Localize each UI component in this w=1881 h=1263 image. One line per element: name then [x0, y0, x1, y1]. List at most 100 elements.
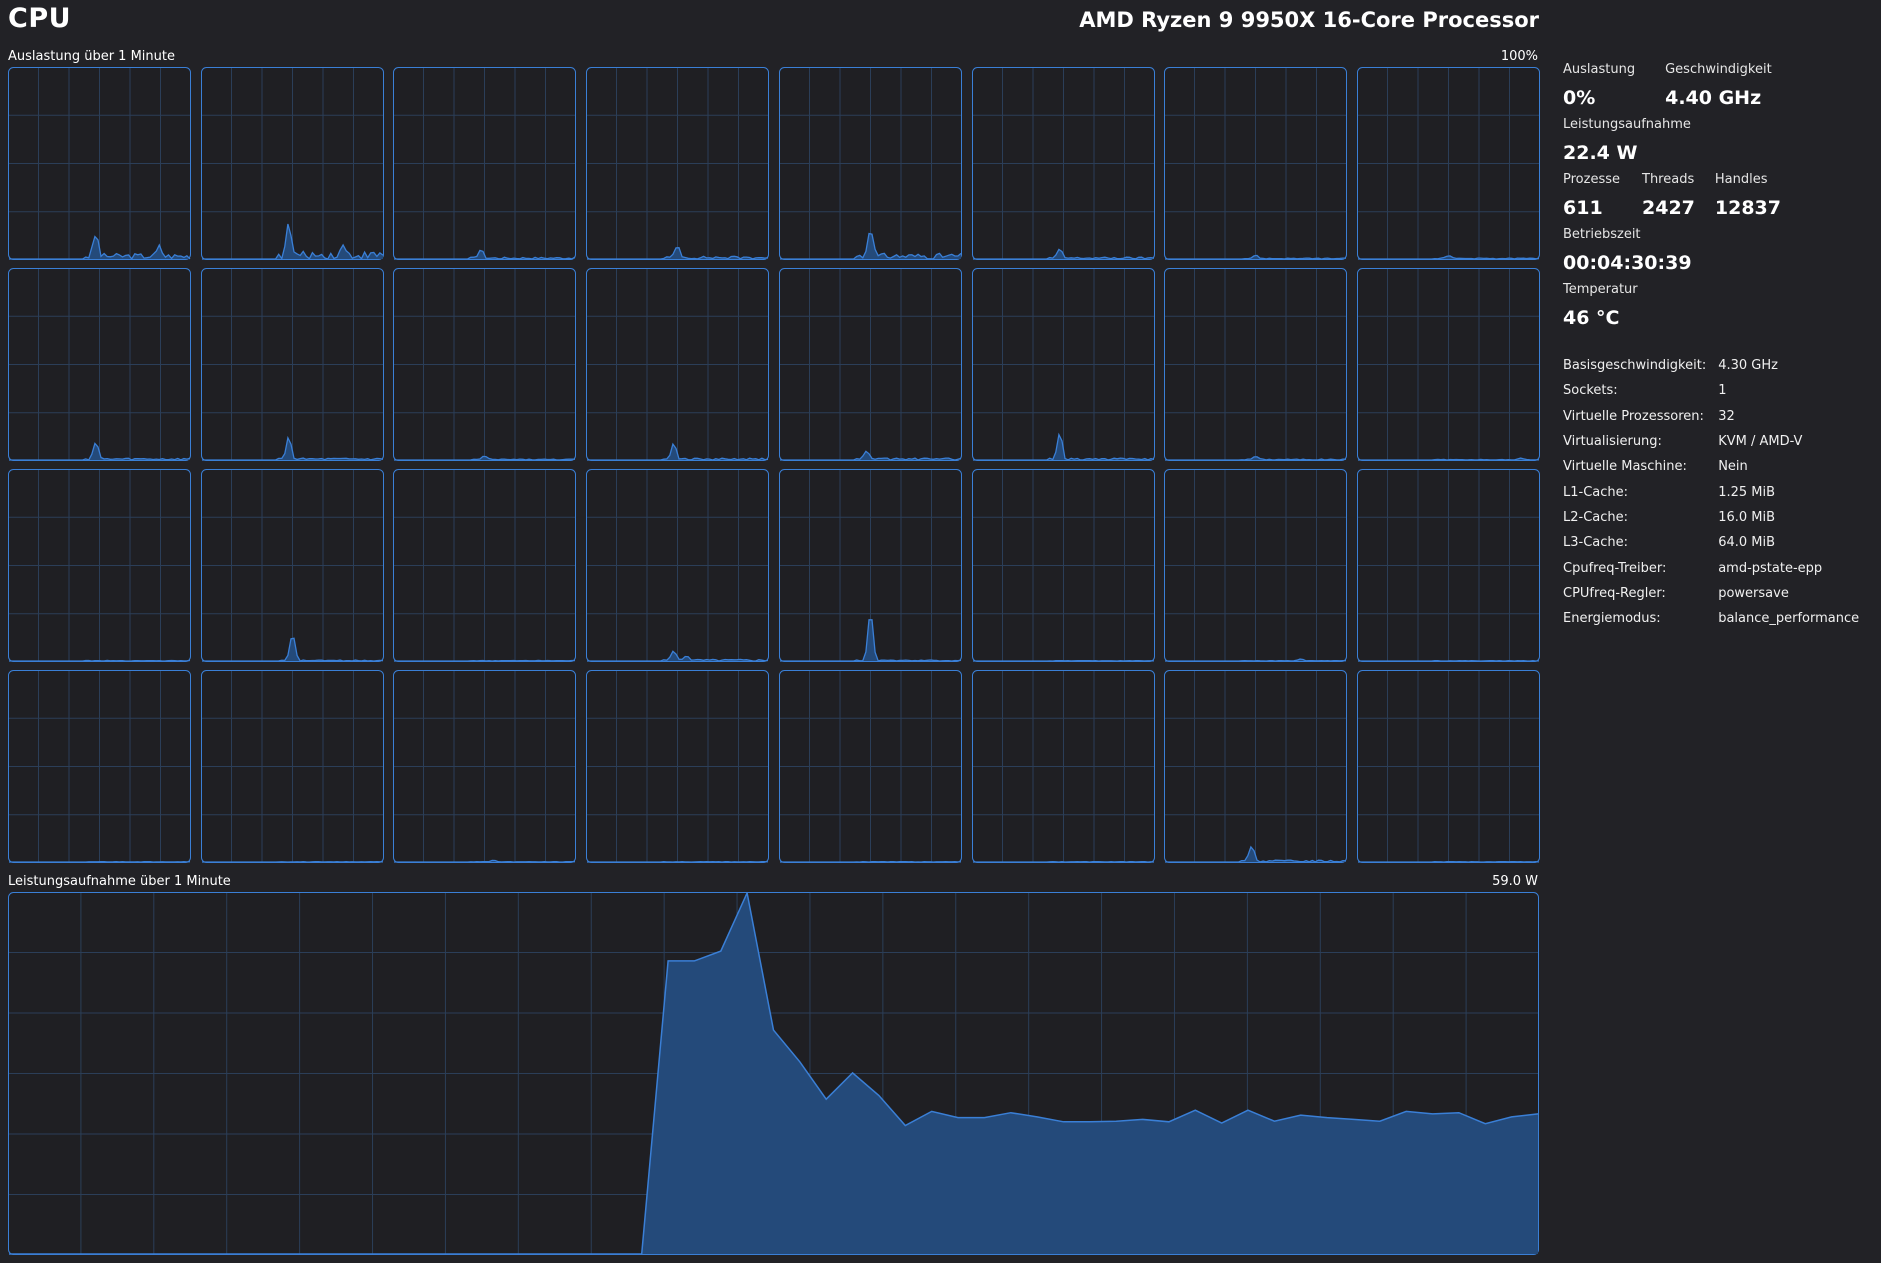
- info-value: 16.0 MiB: [1718, 509, 1776, 525]
- core-graph-line: [394, 659, 576, 662]
- stat-temperature: Temperatur 46 °C: [1563, 282, 1638, 329]
- core-graph: [393, 268, 577, 461]
- stat-power-value: 22.4 W: [1563, 142, 1638, 164]
- core-graph: [1164, 268, 1348, 461]
- stats-row-usage: Auslastung 0% Geschwindigkeit 4.40 GHz: [1563, 62, 1863, 109]
- info-key: Virtuelle Maschine:: [1563, 459, 1687, 475]
- info-key: L3-Cache:: [1563, 535, 1629, 551]
- core-graph: [586, 670, 770, 863]
- info-key: Virtualisierung:: [1563, 434, 1662, 450]
- core-graph: [200, 469, 384, 662]
- stats-row-power: Leistungsaufnahme 22.4 W: [1563, 117, 1863, 164]
- core-graph: [1356, 268, 1540, 461]
- cpu-stats-panel: Auslastung 0% Geschwindigkeit 4.40 GHz L…: [1563, 62, 1863, 631]
- core-graph: [200, 67, 384, 260]
- core-graph: [8, 469, 191, 662]
- stat-utilization: Auslastung 0%: [1563, 62, 1635, 109]
- stat-threads-value: 2427: [1642, 197, 1695, 219]
- stat-threads: Threads 2427: [1642, 172, 1695, 219]
- info-row: L1-Cache: 1.25 MiB: [1563, 479, 1871, 504]
- core-graph: [8, 67, 191, 261]
- stat-processes-value: 611: [1563, 197, 1603, 219]
- core-graph: [971, 268, 1155, 461]
- stat-utilization-value: 0%: [1563, 87, 1596, 109]
- stats-row-temperature: Temperatur 46 °C: [1563, 282, 1863, 329]
- stat-processes-label: Prozesse: [1563, 172, 1620, 187]
- core-graph: [393, 670, 577, 863]
- info-row: Virtualisierung: KVM / AMD-V: [1563, 429, 1871, 454]
- stat-temperature-label: Temperatur: [1563, 282, 1638, 297]
- stat-processes: Prozesse 611: [1563, 172, 1620, 219]
- info-value: Nein: [1718, 459, 1748, 475]
- core-graph: [1164, 670, 1348, 863]
- core-graph: [971, 670, 1155, 863]
- cpu-info-table: Basisgeschwindigkeit: 4.30 GHz Sockets: 1 …: [1563, 353, 1871, 631]
- info-key: L1-Cache:: [1563, 484, 1629, 500]
- stat-handles: Handles 12837: [1715, 172, 1781, 219]
- info-row: L2-Cache: 16.0 MiB: [1563, 505, 1871, 530]
- info-key: CPUfreq-Regler:: [1563, 585, 1666, 601]
- utilization-graph-max: 100%: [1500, 49, 1538, 64]
- info-value: 64.0 MiB: [1718, 535, 1776, 551]
- stat-uptime-value: 00:04:30:39: [1563, 252, 1692, 274]
- power-graph-label: Leistungsaufnahme über 1 Minute: [8, 874, 231, 889]
- core-graph: [586, 67, 770, 260]
- core-graph: [393, 67, 577, 260]
- utilization-graph-label: Auslastung über 1 Minute: [8, 49, 175, 64]
- info-row: CPUfreq-Regler: powersave: [1563, 581, 1871, 606]
- core-graph: [971, 67, 1155, 260]
- info-key: Basisgeschwindigkeit:: [1563, 358, 1707, 374]
- info-row: Energiemodus: balance_performance: [1563, 606, 1871, 631]
- stat-power: Leistungsaufnahme 22.4 W: [1563, 117, 1691, 164]
- stat-threads-label: Threads: [1642, 172, 1695, 187]
- stat-power-label: Leistungsaufnahme: [1563, 117, 1691, 132]
- info-key: Energiemodus:: [1563, 611, 1661, 627]
- stat-utilization-label: Auslastung: [1563, 62, 1636, 77]
- info-value: 4.30 GHz: [1718, 358, 1778, 374]
- info-key: Cpufreq-Treiber:: [1563, 560, 1667, 576]
- core-graph: [778, 268, 962, 461]
- info-value: amd-pstate-epp: [1718, 560, 1823, 576]
- core-graph: [1164, 469, 1348, 662]
- stat-handles-label: Handles: [1714, 172, 1768, 187]
- stat-uptime: Betriebszeit 00:04:30:39: [1563, 227, 1692, 274]
- stat-uptime-label: Betriebszeit: [1563, 227, 1641, 242]
- stats-row-uptime: Betriebszeit 00:04:30:39: [1563, 227, 1863, 274]
- info-row: Cpufreq-Treiber: amd-pstate-epp: [1563, 555, 1871, 580]
- info-value: KVM / AMD-V: [1718, 434, 1803, 450]
- info-key: Sockets:: [1563, 383, 1618, 399]
- core-graph: [1164, 67, 1348, 260]
- stat-temperature-value: 46 °C: [1563, 307, 1620, 329]
- stat-speed: Geschwindigkeit 4.40 GHz: [1665, 62, 1772, 109]
- stats-row-counts: Prozesse 611 Threads 2427 Handles 12837: [1563, 172, 1863, 219]
- stat-speed-label: Geschwindigkeit: [1665, 62, 1772, 77]
- info-row: L3-Cache: 64.0 MiB: [1563, 530, 1871, 555]
- core-graph: [586, 469, 770, 662]
- utilization-graph-grid: Auslastung über 1 Minute 100% Leistungsa…: [0, 0, 1560, 1263]
- core-graph: [1356, 67, 1540, 260]
- info-value: 1.25 MiB: [1718, 484, 1776, 500]
- stat-speed-value: 4.40 GHz: [1665, 87, 1762, 109]
- power-graph: [8, 892, 1539, 1255]
- core-graph: [1356, 469, 1540, 662]
- stat-handles-value: 12837: [1714, 197, 1781, 219]
- core-graph: [200, 670, 384, 863]
- core-graph: [778, 469, 962, 662]
- info-key: L2-Cache:: [1563, 509, 1629, 525]
- info-row: Sockets: 1: [1563, 378, 1871, 403]
- core-graph: [393, 469, 577, 662]
- core-graph: [778, 670, 962, 863]
- info-row: Basisgeschwindigkeit: 4.30 GHz: [1563, 353, 1871, 378]
- core-graph: [1356, 670, 1540, 863]
- power-graph-max: 59.0 W: [1492, 874, 1538, 889]
- core-graph: [200, 268, 384, 461]
- info-row: Virtuelle Prozessoren: 32: [1563, 404, 1871, 429]
- info-value: 1: [1718, 383, 1727, 399]
- core-graph: [8, 670, 191, 863]
- core-graph: [778, 67, 962, 260]
- core-graph: [586, 268, 770, 461]
- core-graph: [8, 268, 191, 461]
- info-key: Virtuelle Prozessoren:: [1563, 408, 1704, 424]
- info-value: 32: [1718, 408, 1735, 424]
- core-graph: [971, 469, 1155, 662]
